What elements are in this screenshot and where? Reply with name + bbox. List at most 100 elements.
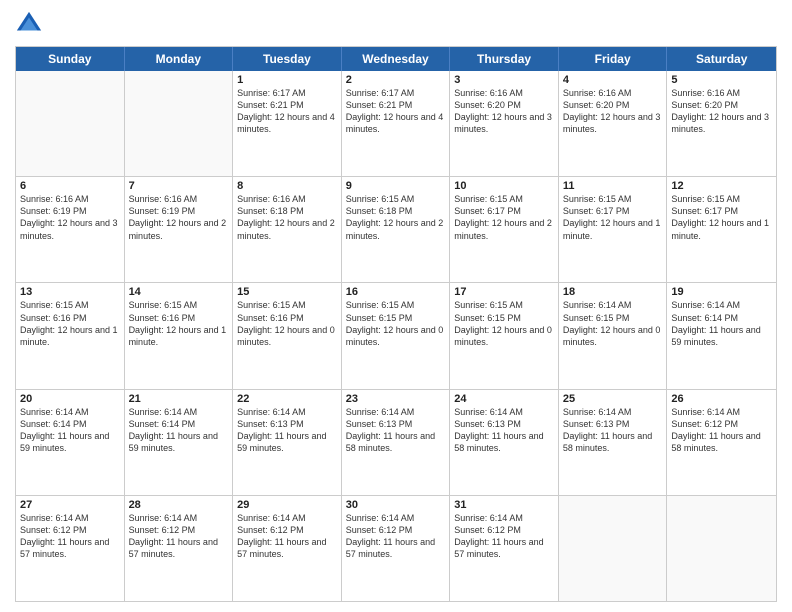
page: SundayMondayTuesdayWednesdayThursdayFrid… bbox=[0, 0, 792, 612]
weekday-header-sunday: Sunday bbox=[16, 47, 125, 71]
weekday-header-friday: Friday bbox=[559, 47, 668, 71]
weekday-header-saturday: Saturday bbox=[667, 47, 776, 71]
logo bbox=[15, 10, 47, 38]
day-info: Sunrise: 6:14 AM Sunset: 6:12 PM Dayligh… bbox=[671, 406, 772, 455]
day-info: Sunrise: 6:15 AM Sunset: 6:16 PM Dayligh… bbox=[129, 299, 229, 348]
day-info: Sunrise: 6:16 AM Sunset: 6:19 PM Dayligh… bbox=[20, 193, 120, 242]
calendar-cell bbox=[559, 496, 668, 601]
calendar-cell: 23Sunrise: 6:14 AM Sunset: 6:13 PM Dayli… bbox=[342, 390, 451, 495]
weekday-header-monday: Monday bbox=[125, 47, 234, 71]
header bbox=[15, 10, 777, 38]
day-info: Sunrise: 6:15 AM Sunset: 6:16 PM Dayligh… bbox=[20, 299, 120, 348]
day-number: 5 bbox=[671, 74, 772, 86]
day-info: Sunrise: 6:14 AM Sunset: 6:14 PM Dayligh… bbox=[20, 406, 120, 455]
calendar-cell: 27Sunrise: 6:14 AM Sunset: 6:12 PM Dayli… bbox=[16, 496, 125, 601]
calendar-row-1: 6Sunrise: 6:16 AM Sunset: 6:19 PM Daylig… bbox=[16, 176, 776, 282]
calendar: SundayMondayTuesdayWednesdayThursdayFrid… bbox=[15, 46, 777, 602]
day-info: Sunrise: 6:14 AM Sunset: 6:13 PM Dayligh… bbox=[346, 406, 446, 455]
day-info: Sunrise: 6:15 AM Sunset: 6:17 PM Dayligh… bbox=[563, 193, 663, 242]
calendar-cell: 25Sunrise: 6:14 AM Sunset: 6:13 PM Dayli… bbox=[559, 390, 668, 495]
day-number: 15 bbox=[237, 286, 337, 298]
day-info: Sunrise: 6:14 AM Sunset: 6:13 PM Dayligh… bbox=[237, 406, 337, 455]
day-info: Sunrise: 6:15 AM Sunset: 6:18 PM Dayligh… bbox=[346, 193, 446, 242]
day-number: 3 bbox=[454, 74, 554, 86]
calendar-cell: 20Sunrise: 6:14 AM Sunset: 6:14 PM Dayli… bbox=[16, 390, 125, 495]
calendar-cell: 26Sunrise: 6:14 AM Sunset: 6:12 PM Dayli… bbox=[667, 390, 776, 495]
day-number: 19 bbox=[671, 286, 772, 298]
calendar-cell: 18Sunrise: 6:14 AM Sunset: 6:15 PM Dayli… bbox=[559, 283, 668, 388]
day-number: 28 bbox=[129, 499, 229, 511]
day-number: 14 bbox=[129, 286, 229, 298]
day-number: 16 bbox=[346, 286, 446, 298]
calendar-cell: 9Sunrise: 6:15 AM Sunset: 6:18 PM Daylig… bbox=[342, 177, 451, 282]
calendar-cell bbox=[125, 71, 234, 176]
calendar-cell bbox=[16, 71, 125, 176]
day-number: 2 bbox=[346, 74, 446, 86]
day-number: 29 bbox=[237, 499, 337, 511]
calendar-cell: 10Sunrise: 6:15 AM Sunset: 6:17 PM Dayli… bbox=[450, 177, 559, 282]
day-info: Sunrise: 6:14 AM Sunset: 6:14 PM Dayligh… bbox=[671, 299, 772, 348]
day-number: 6 bbox=[20, 180, 120, 192]
calendar-cell: 16Sunrise: 6:15 AM Sunset: 6:15 PM Dayli… bbox=[342, 283, 451, 388]
calendar-row-2: 13Sunrise: 6:15 AM Sunset: 6:16 PM Dayli… bbox=[16, 282, 776, 388]
calendar-cell: 14Sunrise: 6:15 AM Sunset: 6:16 PM Dayli… bbox=[125, 283, 234, 388]
calendar-cell: 12Sunrise: 6:15 AM Sunset: 6:17 PM Dayli… bbox=[667, 177, 776, 282]
weekday-header-tuesday: Tuesday bbox=[233, 47, 342, 71]
calendar-cell: 4Sunrise: 6:16 AM Sunset: 6:20 PM Daylig… bbox=[559, 71, 668, 176]
day-info: Sunrise: 6:14 AM Sunset: 6:12 PM Dayligh… bbox=[20, 512, 120, 561]
day-number: 20 bbox=[20, 393, 120, 405]
calendar-cell: 29Sunrise: 6:14 AM Sunset: 6:12 PM Dayli… bbox=[233, 496, 342, 601]
day-info: Sunrise: 6:15 AM Sunset: 6:15 PM Dayligh… bbox=[454, 299, 554, 348]
day-info: Sunrise: 6:15 AM Sunset: 6:17 PM Dayligh… bbox=[671, 193, 772, 242]
calendar-body: 1Sunrise: 6:17 AM Sunset: 6:21 PM Daylig… bbox=[16, 71, 776, 601]
day-info: Sunrise: 6:16 AM Sunset: 6:20 PM Dayligh… bbox=[563, 87, 663, 136]
day-number: 1 bbox=[237, 74, 337, 86]
calendar-cell: 8Sunrise: 6:16 AM Sunset: 6:18 PM Daylig… bbox=[233, 177, 342, 282]
day-info: Sunrise: 6:14 AM Sunset: 6:12 PM Dayligh… bbox=[346, 512, 446, 561]
calendar-row-0: 1Sunrise: 6:17 AM Sunset: 6:21 PM Daylig… bbox=[16, 71, 776, 176]
day-info: Sunrise: 6:14 AM Sunset: 6:12 PM Dayligh… bbox=[129, 512, 229, 561]
calendar-cell: 7Sunrise: 6:16 AM Sunset: 6:19 PM Daylig… bbox=[125, 177, 234, 282]
calendar-cell: 30Sunrise: 6:14 AM Sunset: 6:12 PM Dayli… bbox=[342, 496, 451, 601]
day-number: 24 bbox=[454, 393, 554, 405]
day-number: 18 bbox=[563, 286, 663, 298]
day-number: 22 bbox=[237, 393, 337, 405]
day-info: Sunrise: 6:17 AM Sunset: 6:21 PM Dayligh… bbox=[237, 87, 337, 136]
day-number: 13 bbox=[20, 286, 120, 298]
day-info: Sunrise: 6:14 AM Sunset: 6:13 PM Dayligh… bbox=[563, 406, 663, 455]
day-number: 7 bbox=[129, 180, 229, 192]
day-info: Sunrise: 6:16 AM Sunset: 6:20 PM Dayligh… bbox=[671, 87, 772, 136]
calendar-row-4: 27Sunrise: 6:14 AM Sunset: 6:12 PM Dayli… bbox=[16, 495, 776, 601]
day-number: 21 bbox=[129, 393, 229, 405]
day-number: 12 bbox=[671, 180, 772, 192]
day-number: 11 bbox=[563, 180, 663, 192]
day-info: Sunrise: 6:16 AM Sunset: 6:18 PM Dayligh… bbox=[237, 193, 337, 242]
calendar-cell: 11Sunrise: 6:15 AM Sunset: 6:17 PM Dayli… bbox=[559, 177, 668, 282]
day-number: 8 bbox=[237, 180, 337, 192]
day-info: Sunrise: 6:16 AM Sunset: 6:19 PM Dayligh… bbox=[129, 193, 229, 242]
calendar-cell: 22Sunrise: 6:14 AM Sunset: 6:13 PM Dayli… bbox=[233, 390, 342, 495]
day-number: 23 bbox=[346, 393, 446, 405]
day-info: Sunrise: 6:17 AM Sunset: 6:21 PM Dayligh… bbox=[346, 87, 446, 136]
day-info: Sunrise: 6:15 AM Sunset: 6:16 PM Dayligh… bbox=[237, 299, 337, 348]
weekday-header-wednesday: Wednesday bbox=[342, 47, 451, 71]
day-info: Sunrise: 6:14 AM Sunset: 6:13 PM Dayligh… bbox=[454, 406, 554, 455]
day-info: Sunrise: 6:14 AM Sunset: 6:12 PM Dayligh… bbox=[237, 512, 337, 561]
day-info: Sunrise: 6:15 AM Sunset: 6:15 PM Dayligh… bbox=[346, 299, 446, 348]
calendar-header: SundayMondayTuesdayWednesdayThursdayFrid… bbox=[16, 47, 776, 71]
calendar-cell: 24Sunrise: 6:14 AM Sunset: 6:13 PM Dayli… bbox=[450, 390, 559, 495]
day-info: Sunrise: 6:14 AM Sunset: 6:12 PM Dayligh… bbox=[454, 512, 554, 561]
day-number: 26 bbox=[671, 393, 772, 405]
calendar-cell: 31Sunrise: 6:14 AM Sunset: 6:12 PM Dayli… bbox=[450, 496, 559, 601]
calendar-cell: 17Sunrise: 6:15 AM Sunset: 6:15 PM Dayli… bbox=[450, 283, 559, 388]
day-number: 10 bbox=[454, 180, 554, 192]
calendar-cell: 1Sunrise: 6:17 AM Sunset: 6:21 PM Daylig… bbox=[233, 71, 342, 176]
day-info: Sunrise: 6:14 AM Sunset: 6:14 PM Dayligh… bbox=[129, 406, 229, 455]
logo-icon bbox=[15, 10, 43, 38]
day-number: 4 bbox=[563, 74, 663, 86]
day-info: Sunrise: 6:16 AM Sunset: 6:20 PM Dayligh… bbox=[454, 87, 554, 136]
calendar-cell: 13Sunrise: 6:15 AM Sunset: 6:16 PM Dayli… bbox=[16, 283, 125, 388]
day-number: 30 bbox=[346, 499, 446, 511]
calendar-cell: 6Sunrise: 6:16 AM Sunset: 6:19 PM Daylig… bbox=[16, 177, 125, 282]
day-number: 25 bbox=[563, 393, 663, 405]
